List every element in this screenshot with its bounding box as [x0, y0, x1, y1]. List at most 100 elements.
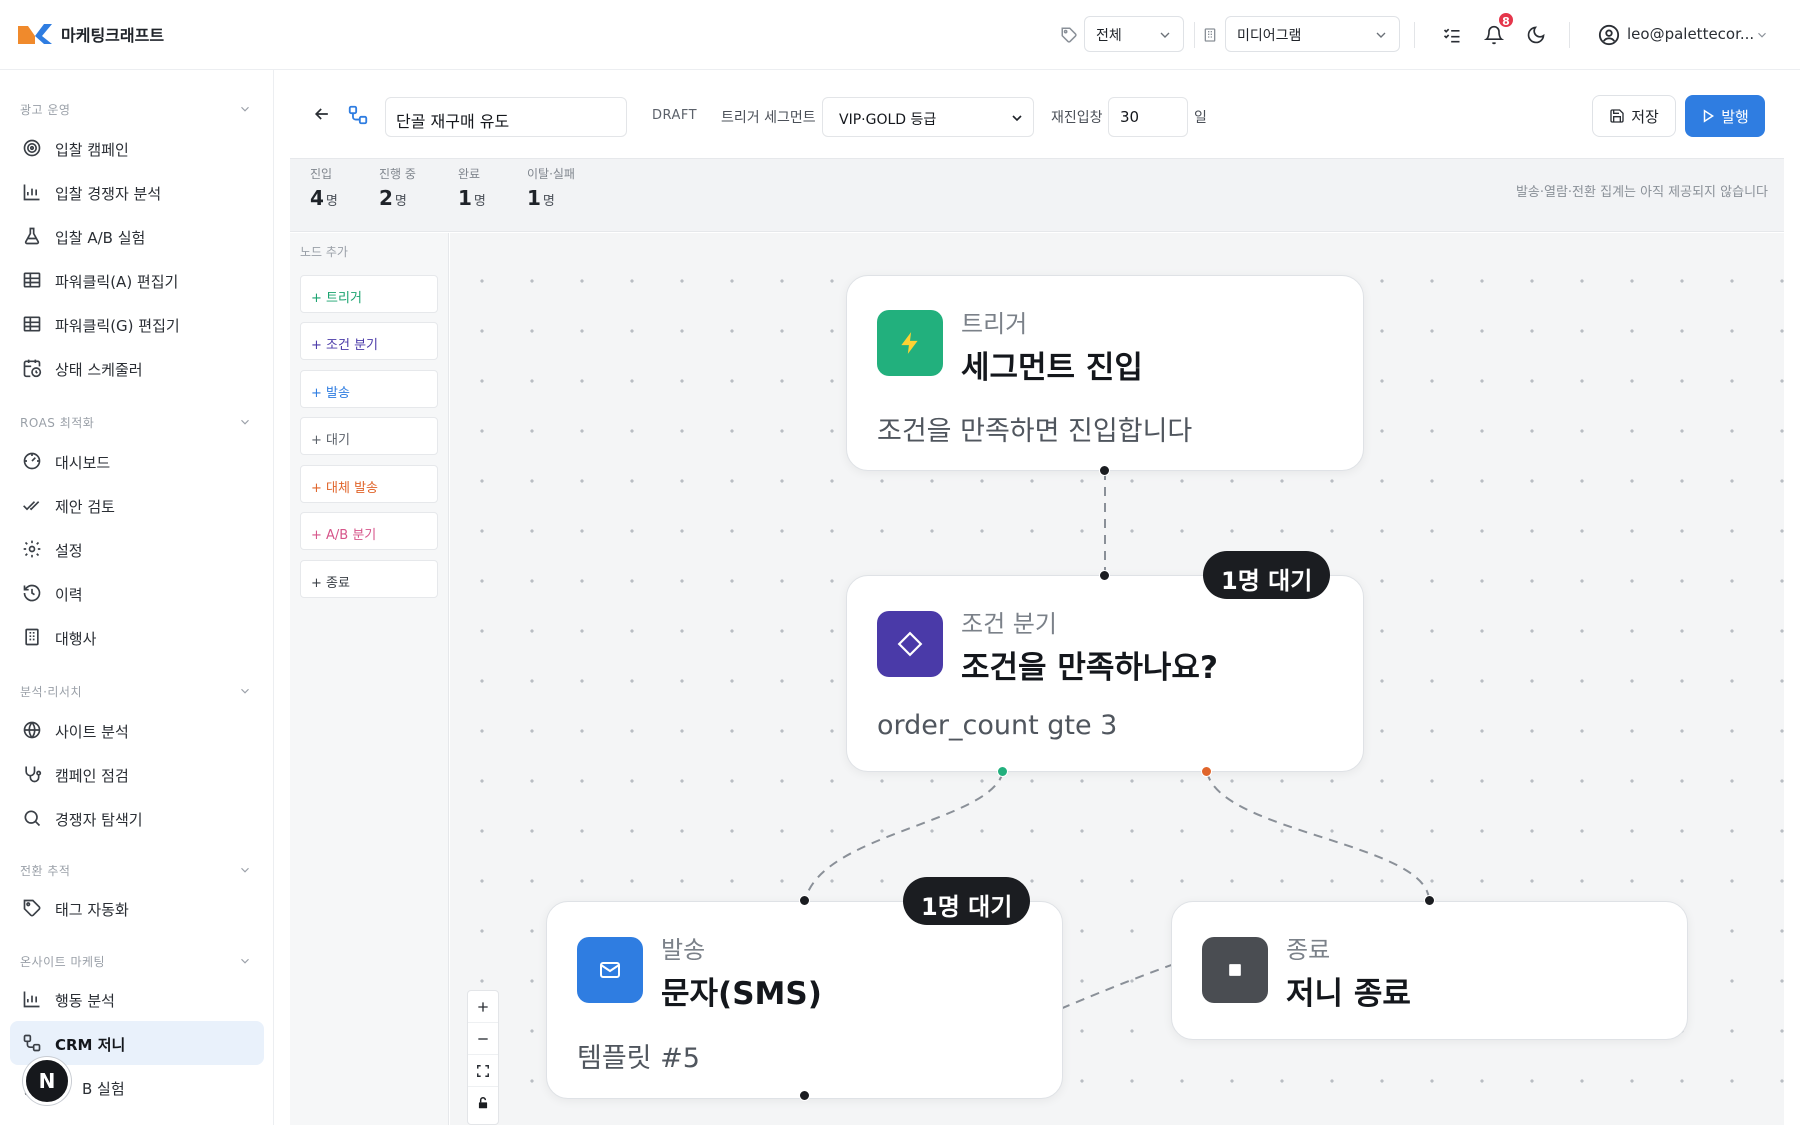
zoom-in-button[interactable] [468, 991, 498, 1023]
divider [1194, 22, 1195, 48]
publish-button[interactable]: 발행 [1685, 95, 1765, 137]
add-end-button[interactable]: + 종료 [300, 560, 438, 598]
send-node[interactable]: 발송 문자(SMS) 템플릿 #5 [546, 901, 1063, 1099]
moon-icon[interactable] [1525, 24, 1547, 46]
node-type: 트리거 [961, 310, 1028, 338]
filter-select[interactable]: 전체 [1084, 16, 1184, 52]
app-logo[interactable] [18, 22, 52, 46]
sidebar-item-bid-campaign[interactable]: 입찰 캠페인 [10, 126, 264, 170]
chevron-down-icon[interactable] [238, 954, 252, 968]
node-description: 템플릿 #5 [577, 1043, 700, 1074]
journey-stats-bar: 진입 4명 진행 중 2명 완료 1명 이탈·실패 1명 발송·열람·전환 집계… [290, 158, 1784, 232]
sidebar-item-label: 태그 자동화 [55, 901, 129, 919]
sidebar-item-proposal-review[interactable]: 제안 검토 [10, 483, 264, 527]
sidebar-item-label: 행동 분석 [55, 992, 115, 1010]
chevron-down-icon[interactable] [238, 415, 252, 429]
condition-input-handle[interactable] [1099, 570, 1110, 581]
stats-note: 발송·열람·전환 집계는 아직 제공되지 않습니다 [1515, 185, 1768, 200]
stat-dropped: 이탈·실패 1명 [527, 165, 575, 210]
add-fallback-send-button[interactable]: + 대체 발송 [300, 465, 438, 503]
segment-select[interactable]: VIP·GOLD 등급 [822, 97, 1034, 137]
checklist-icon[interactable] [1441, 24, 1463, 46]
arrow-left-icon[interactable] [312, 104, 332, 124]
node-icon-badge [577, 937, 643, 1003]
add-wait-button[interactable]: + 대기 [300, 417, 438, 455]
journey-name-input[interactable]: 단골 재구매 유도 [385, 97, 627, 137]
condition-yes-handle[interactable] [997, 766, 1008, 777]
account-select-value: 미디어그램 [1237, 28, 1302, 44]
sidebar-item-scheduler[interactable]: 상태 스케줄러 [10, 346, 264, 390]
floating-action-button[interactable]: N [23, 1057, 71, 1105]
filter-select-value: 전체 [1096, 28, 1122, 44]
condition-no-handle[interactable] [1201, 766, 1212, 777]
sidebar-item-label: 상태 스케줄러 [55, 361, 143, 379]
end-input-handle[interactable] [1424, 895, 1435, 906]
notification-badge: 8 [1497, 11, 1515, 29]
add-ab-branch-button[interactable]: + A/B 분기 [300, 512, 438, 550]
sidebar-item-label: 제안 검토 [55, 498, 115, 516]
reentry-days-input[interactable]: 30 [1108, 97, 1188, 137]
sidebar-item-competitor-explorer[interactable]: 경쟁자 탐색기 [10, 796, 264, 840]
stat-value: 1 [458, 186, 472, 210]
stethoscope-icon [25, 766, 42, 783]
sidebar-item-powerclick-g[interactable]: 파워클릭(G) 편집기 [10, 302, 264, 346]
add-condition-button[interactable]: + 조건 분기 [300, 322, 438, 360]
zoom-out-button[interactable] [468, 1023, 498, 1055]
stat-value: 4 [310, 186, 324, 210]
user-email[interactable]: leo@palettecor... [1627, 25, 1754, 43]
calendar-clock-icon [23, 359, 42, 378]
sidebar-item-site-analysis[interactable]: 사이트 분석 [10, 708, 264, 752]
gear-icon [23, 540, 41, 558]
account-select[interactable]: 미디어그램 [1225, 16, 1400, 52]
sidebar-item-label: 대시보드 [55, 454, 111, 472]
add-trigger-button[interactable]: + 트리거 [300, 275, 438, 313]
sidebar-item-settings[interactable]: 설정 [10, 527, 264, 571]
chevron-down-icon[interactable] [238, 863, 252, 877]
sidebar-item-label: 입찰 경쟁자 분석 [55, 185, 162, 203]
add-send-button[interactable]: + 발송 [300, 370, 438, 408]
chevron-down-icon[interactable] [238, 684, 252, 698]
sidebar-item-bid-ab[interactable]: 입찰 A/B 실험 [10, 214, 264, 258]
sidebar-item-history[interactable]: 이력 [10, 571, 264, 615]
reentry-label: 재진입창 [1051, 110, 1103, 126]
fit-view-button[interactable] [468, 1055, 498, 1087]
lock-button[interactable] [468, 1087, 498, 1119]
bar-chart-icon [23, 991, 40, 1008]
app-title[interactable]: 마케팅크래프트 [61, 22, 164, 46]
globe-icon [23, 721, 41, 739]
target-icon [23, 139, 41, 157]
sidebar-item-behavior-analysis[interactable]: 행동 분석 [10, 977, 264, 1021]
stop-icon [1229, 964, 1241, 976]
double-check-icon [23, 501, 40, 511]
end-node[interactable]: 종료 저니 종료 [1171, 901, 1688, 1040]
sidebar-group-label: 전환 추적 [20, 864, 71, 878]
send-output-handle[interactable] [799, 1090, 810, 1101]
sidebar-item-dashboard[interactable]: 대시보드 [10, 439, 264, 483]
node-icon-badge [877, 310, 943, 376]
edge-condition-no-end[interactable] [1206, 771, 1431, 902]
play-icon [1703, 109, 1715, 123]
save-button[interactable]: 저장 [1592, 95, 1676, 137]
condition-node[interactable]: 조건 분기 조건을 만족하나요? order_count gte 3 [846, 575, 1364, 772]
sidebar-item-tag-automation[interactable]: 태그 자동화 [10, 886, 264, 930]
lightning-icon [901, 332, 918, 354]
trigger-output-handle[interactable] [1099, 465, 1110, 476]
node-title: 세그먼트 진입 [961, 350, 1143, 386]
chevron-down-icon [1376, 32, 1386, 38]
sidebar-item-agency[interactable]: 대행사 [10, 615, 264, 659]
workflow-icon [348, 105, 368, 125]
trigger-node[interactable]: 트리거 세그먼트 진입 조건을 만족하면 진입합니다 [846, 275, 1364, 471]
stat-value: 1 [527, 186, 541, 210]
sidebar-item-label: 입찰 캠페인 [55, 141, 129, 159]
chevron-down-icon[interactable] [238, 102, 252, 116]
sidebar-item-powerclick-a[interactable]: 파워클릭(A) 편집기 [10, 258, 264, 302]
sidebar-item-campaign-check[interactable]: 캠페인 점검 [10, 752, 264, 796]
flow-canvas[interactable]: 트리거 세그먼트 진입 조건을 만족하면 진입합니다 조건 분기 조건을 만족하… [450, 233, 1784, 1125]
building-icon [1199, 24, 1221, 46]
sidebar-item-bid-competitor[interactable]: 입찰 경쟁자 분석 [10, 170, 264, 214]
sidebar-item-label: 대행사 [55, 630, 97, 648]
send-input-handle[interactable] [799, 895, 810, 906]
chevron-down-icon[interactable] [1751, 24, 1773, 46]
lock-icon [478, 1097, 488, 1109]
user-circle-icon[interactable] [1598, 24, 1620, 46]
